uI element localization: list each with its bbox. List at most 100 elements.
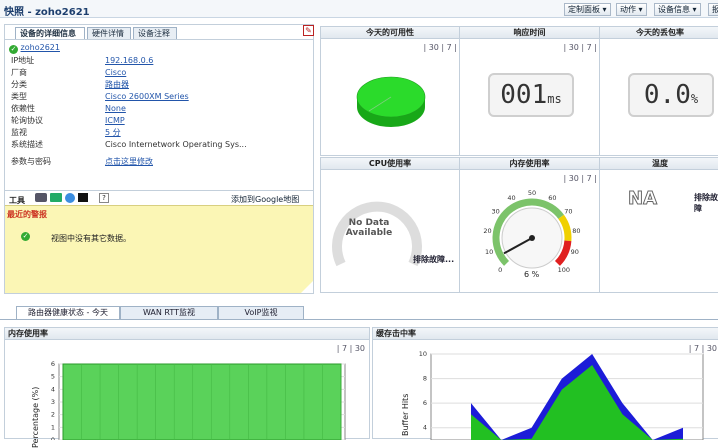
y-tick-label: 8 bbox=[423, 375, 427, 383]
tab-device-details[interactable]: 设备的详细信息 bbox=[15, 27, 85, 39]
gauge-tick-label: 20 bbox=[483, 227, 491, 235]
gauge-hub bbox=[529, 235, 535, 241]
buffer-chart-panel: 缓存击中率 | 7 | 30 Buffer Hits 4 6 8 10 bbox=[372, 327, 718, 440]
field-label: 监视 bbox=[11, 128, 27, 137]
availability-pie bbox=[356, 76, 426, 127]
gauge-tick-label: 50 bbox=[528, 189, 536, 197]
field-value[interactable]: 192.168.0.6 bbox=[105, 55, 153, 67]
gauge-tick-label: 0 bbox=[498, 266, 502, 274]
packet-loss-unit: % bbox=[690, 92, 699, 106]
memory-series-area bbox=[62, 363, 342, 440]
gauge-tick-label: 10 bbox=[485, 248, 493, 256]
menu-custom-panel[interactable]: 定制面板 ▾ bbox=[564, 3, 611, 16]
status-ok-icon: ✓ bbox=[9, 45, 18, 54]
temperature-value: NA bbox=[628, 188, 658, 210]
response-lcd: 001ms bbox=[488, 73, 574, 117]
menu-actions[interactable]: 动作 ▾ bbox=[616, 3, 647, 16]
gauge-tick-label: 70 bbox=[564, 208, 572, 216]
field-label: 类型 bbox=[11, 92, 27, 101]
availability-title: 今天的可用性 bbox=[321, 27, 459, 39]
google-map-link[interactable]: 添加到Google地图 bbox=[231, 194, 299, 205]
menu-device-info[interactable]: 设备信息 ▾ bbox=[654, 3, 701, 16]
telnet-icon[interactable] bbox=[35, 193, 47, 202]
memory-range[interactable]: | 30 | 7 | bbox=[563, 174, 597, 183]
field-value[interactable]: 点击这里修改 bbox=[105, 156, 153, 168]
device-name-row: ✓ zoho2621 bbox=[9, 42, 60, 54]
field-label: 系统描述 bbox=[11, 140, 43, 149]
tab-hardware[interactable]: 硬件详情 bbox=[87, 27, 131, 39]
memory-widget: 内存使用率 | 30 | 7 | 0 10 20 30 40 50 60 70 80 90 100 … bbox=[459, 157, 600, 293]
field-value[interactable]: Cisco 2600XM Series bbox=[105, 91, 189, 103]
field-label: 厂商 bbox=[11, 68, 27, 77]
buffer-area-chart: 4 6 8 10 bbox=[419, 350, 704, 440]
alarm-title: 最近的警报 bbox=[7, 210, 47, 219]
tab-wan-rtt[interactable]: WAN RTT监视 bbox=[120, 306, 218, 319]
field-label: 依赖性 bbox=[11, 104, 35, 113]
check-icon: ✓ bbox=[21, 232, 30, 241]
memory-chart-panel: 内存使用率 | 7 | 30 Percentage (%) 0123456 bbox=[4, 327, 370, 448]
field-value[interactable]: None bbox=[105, 103, 126, 115]
memory-gauge: 0 10 20 30 40 50 60 70 80 90 100 bbox=[483, 189, 580, 274]
y-tick-label: 2 bbox=[51, 411, 55, 419]
y-tick-label: 6 bbox=[51, 360, 55, 368]
device-name-link[interactable]: zoho2621 bbox=[21, 43, 60, 52]
page-title: 快照 - zoho2621 bbox=[4, 7, 90, 18]
y-tick-label: 4 bbox=[423, 424, 427, 432]
field-value[interactable]: ICMP bbox=[105, 115, 125, 127]
alarm-text: 视图中没有其它数据。 bbox=[51, 234, 131, 243]
y-tick-label: 1 bbox=[51, 423, 55, 431]
menu-report[interactable]: 报 bbox=[708, 3, 718, 16]
tab-notes[interactable]: 设备注释 bbox=[133, 27, 177, 39]
response-unit: ms bbox=[547, 92, 562, 106]
recent-alarms-box: 最近的警报 ✓ 视图中没有其它数据。 bbox=[5, 205, 313, 293]
buffer-chart-title: 缓存击中率 bbox=[373, 328, 718, 340]
y-tick-label: 5 bbox=[51, 373, 55, 381]
cpu-no-data: No Data Available bbox=[345, 218, 393, 238]
browser-icon[interactable] bbox=[50, 193, 62, 202]
packet-loss-widget: 今天的丢包率 0.0% bbox=[599, 26, 718, 156]
memory-title: 内存使用率 bbox=[460, 158, 599, 170]
temperature-troubleshoot[interactable]: 排除故障 bbox=[694, 192, 718, 214]
field-value[interactable]: Cisco bbox=[105, 67, 126, 79]
temperature-title: 温度 bbox=[600, 158, 718, 170]
page-header: 快照 - zoho2621 定制面板 ▾ 动作 ▾ 设备信息 ▾ 报 bbox=[0, 0, 718, 18]
cpu-troubleshoot[interactable]: 排除故障... bbox=[413, 254, 454, 265]
availability-range[interactable]: | 30 | 7 | bbox=[423, 43, 457, 52]
response-widget: 响应时间 | 30 | 7 | 001ms bbox=[459, 26, 600, 156]
y-tick-label: 3 bbox=[51, 398, 55, 406]
field-label: 分类 bbox=[11, 80, 27, 89]
field-value[interactable]: 路由器 bbox=[105, 79, 129, 91]
device-fields: IP地址 192.168.0.6 厂商 Cisco 分类 路由器类型 Cisco 2600X… bbox=[5, 55, 313, 166]
field-label: 参数与密码 bbox=[11, 157, 51, 166]
edit-icon[interactable]: ✎ bbox=[303, 25, 314, 36]
y-tick-label: 4 bbox=[51, 385, 55, 393]
terminal-icon[interactable] bbox=[78, 193, 88, 202]
gauge-tick-label: 40 bbox=[507, 194, 515, 202]
field-value[interactable]: 5 分 bbox=[105, 127, 121, 139]
memory-area-chart: 0 1 2 3 4 5 6 bbox=[51, 360, 346, 440]
y-tick-label: 6 bbox=[423, 399, 427, 407]
response-value: 001 bbox=[500, 80, 548, 110]
globe-icon[interactable] bbox=[65, 193, 75, 203]
field-label: 轮询协议 bbox=[11, 116, 43, 125]
y-tick-label: 10 bbox=[419, 350, 427, 358]
tab-voip[interactable]: VoIP监视 bbox=[218, 306, 304, 319]
gauge-tick-label: 60 bbox=[548, 194, 556, 202]
gauge-tick-label: 100 bbox=[558, 266, 570, 274]
memory-percent: 6 % bbox=[524, 270, 540, 279]
help-icon[interactable]: ? bbox=[99, 193, 109, 203]
gauge-tick-label: 30 bbox=[491, 208, 499, 216]
field-label: IP地址 bbox=[11, 56, 35, 65]
cpu-widget: CPU使用率 No Data Available 排除故障... bbox=[320, 157, 460, 293]
gauge-tick-label: 80 bbox=[572, 227, 580, 235]
response-range[interactable]: | 30 | 7 | bbox=[563, 43, 597, 52]
temperature-widget: 温度 NA 排除故障 bbox=[599, 157, 718, 293]
packet-loss-lcd: 0.0% bbox=[628, 73, 714, 117]
device-details-panel: 设备的详细信息 硬件详情 设备注释 ✎ ✓ zoho2621 IP地址 192.1… bbox=[4, 24, 314, 294]
tool-icons bbox=[35, 193, 95, 203]
memory-chart-title: 内存使用率 bbox=[5, 328, 369, 340]
field-value: Cisco Internetwork Operating Sys... bbox=[105, 140, 247, 149]
gauge-tick-label: 90 bbox=[571, 248, 579, 256]
tab-router-health[interactable]: 路由器健康状态 - 今天 bbox=[16, 306, 120, 319]
y-tick-label: 0 bbox=[51, 436, 55, 440]
